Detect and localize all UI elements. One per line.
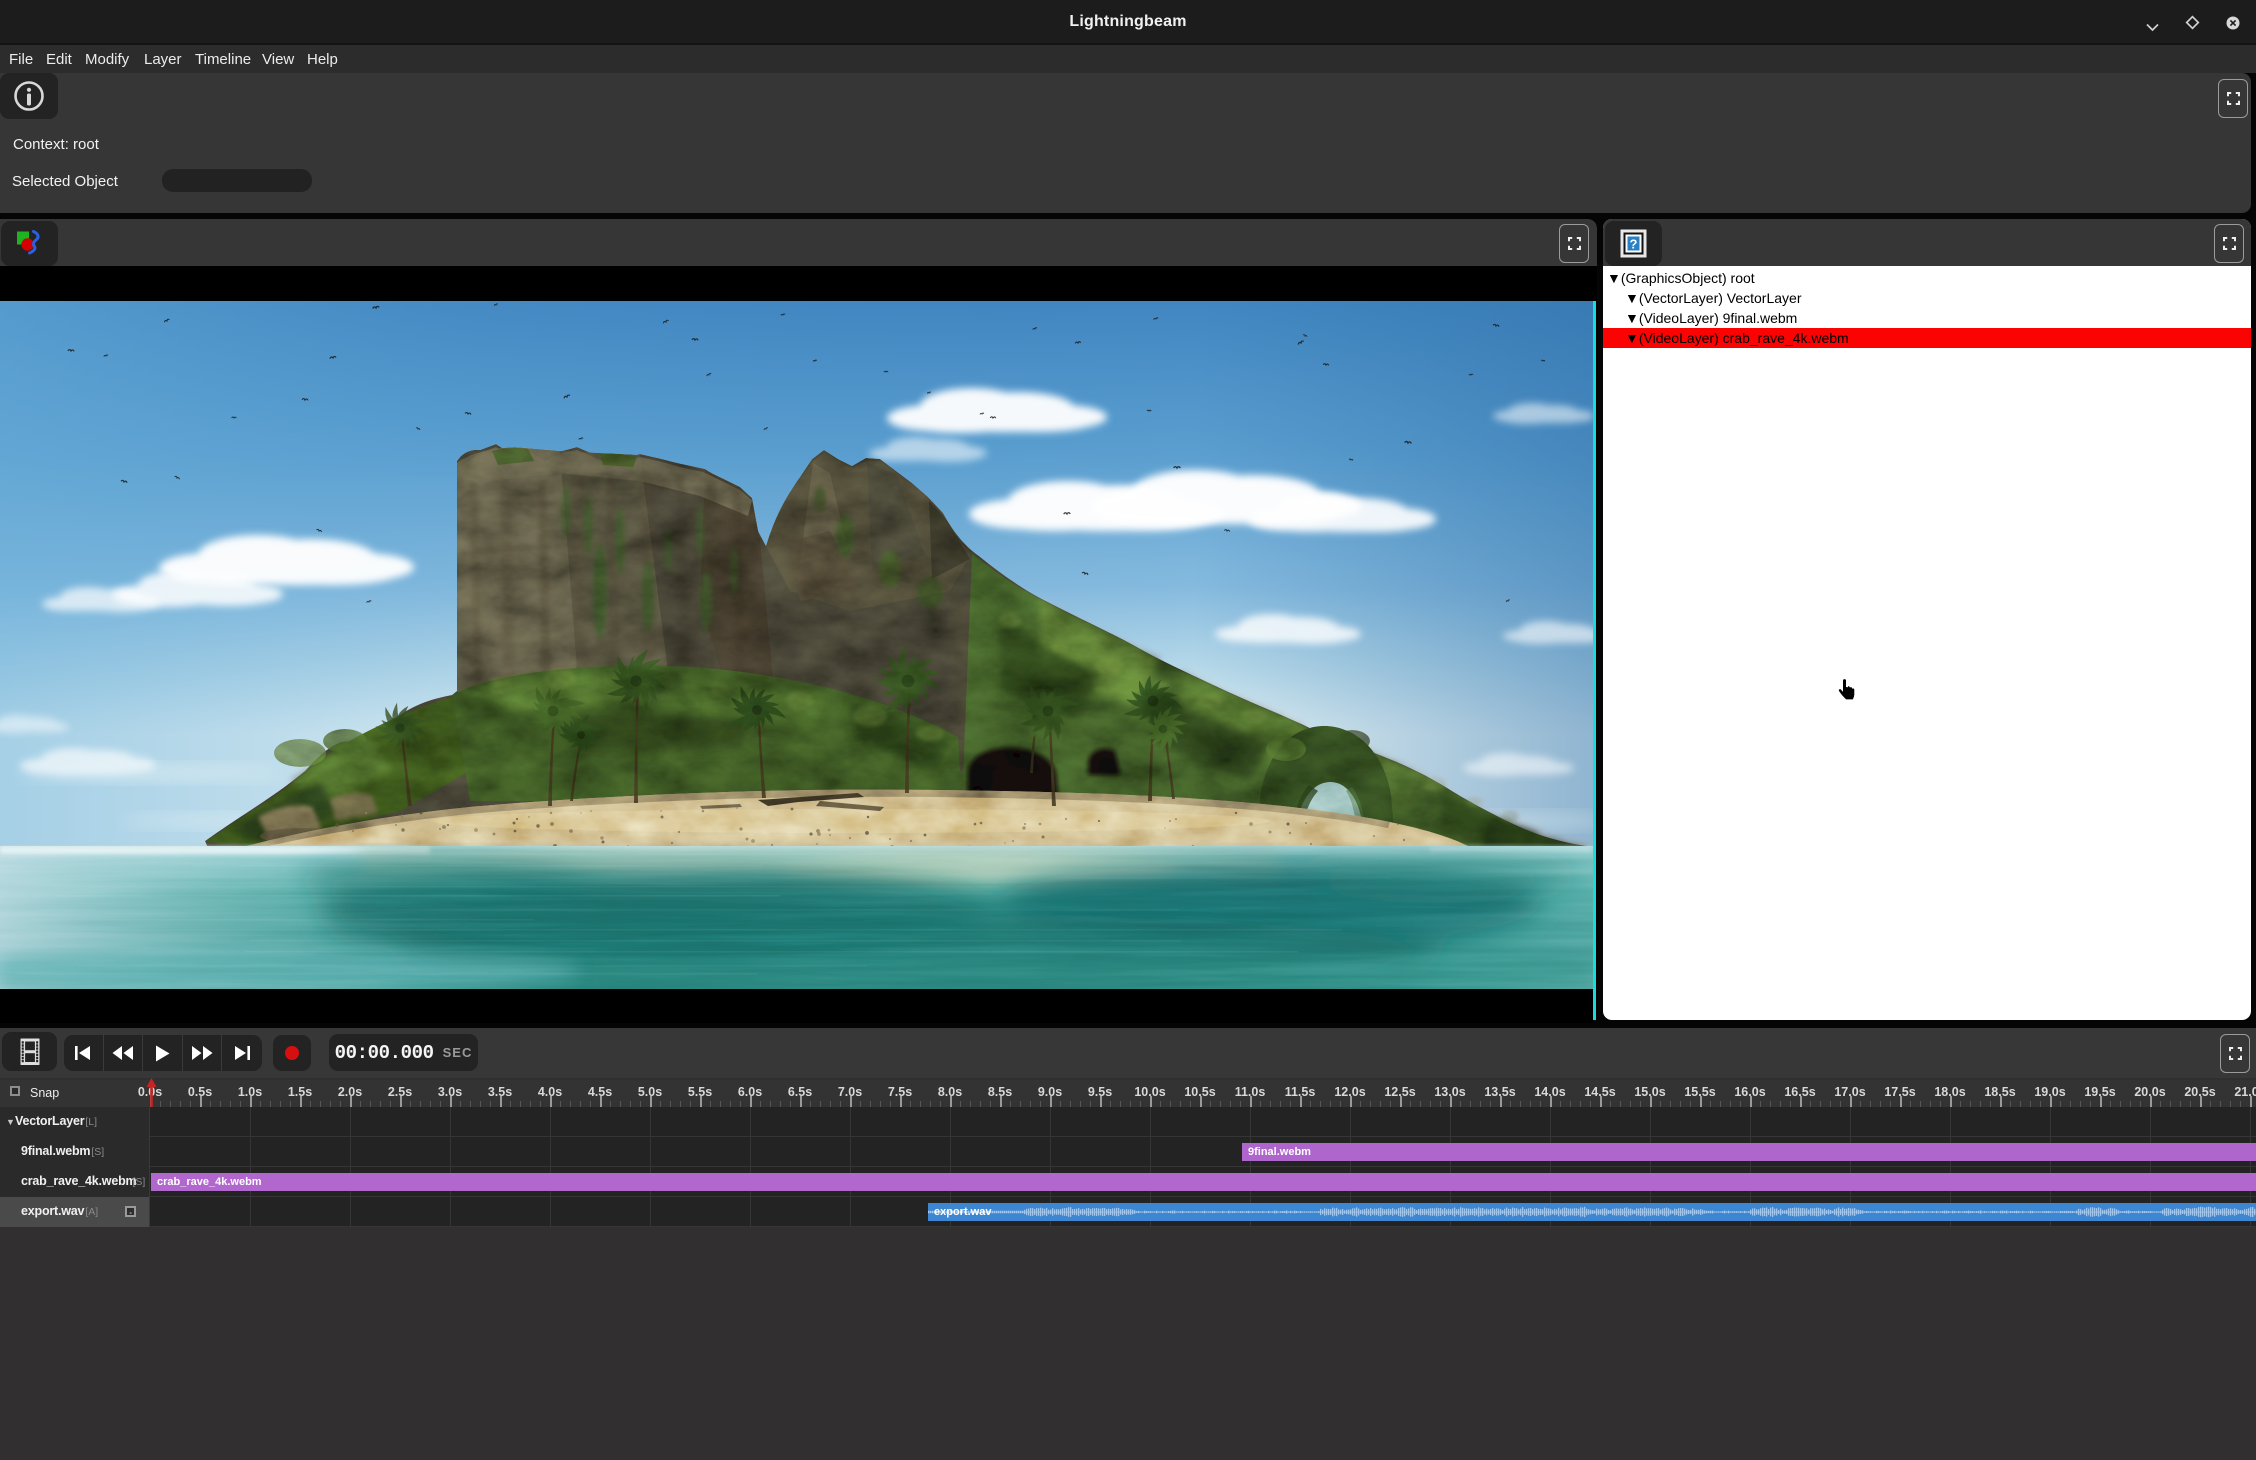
svg-text:?: ? [1630, 237, 1638, 252]
